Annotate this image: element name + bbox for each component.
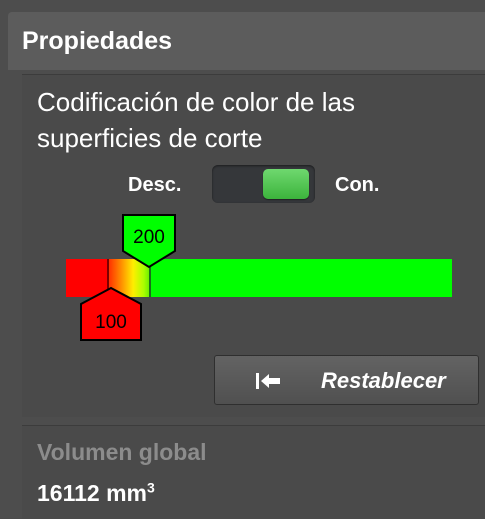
- volume-unit-exponent: 3: [146, 479, 155, 496]
- toggle-knob[interactable]: [263, 169, 309, 199]
- volume-label: Volumen global: [37, 439, 207, 465]
- low-threshold-value: 100: [95, 312, 127, 333]
- high-threshold-value: 200: [133, 227, 165, 248]
- reset-button[interactable]: Restablecer: [214, 355, 479, 405]
- volume-value: 16112 mm3: [37, 478, 155, 508]
- toggle-on-label: Con.: [335, 174, 380, 196]
- reset-button-label: Restablecer: [321, 368, 446, 393]
- scale-green-segment: [150, 259, 452, 297]
- color-coding-title: Codificación de color de las superficies…: [37, 87, 355, 153]
- color-coding-toggle[interactable]: [212, 165, 315, 203]
- volume-number: 16112 mm: [37, 480, 147, 506]
- toggle-off-label: Desc.: [128, 174, 182, 196]
- low-threshold-marker[interactable]: 100: [79, 286, 143, 342]
- high-threshold-marker[interactable]: 200: [121, 213, 177, 269]
- panel-title: Propiedades: [22, 27, 173, 55]
- reset-to-start-icon: [255, 372, 281, 395]
